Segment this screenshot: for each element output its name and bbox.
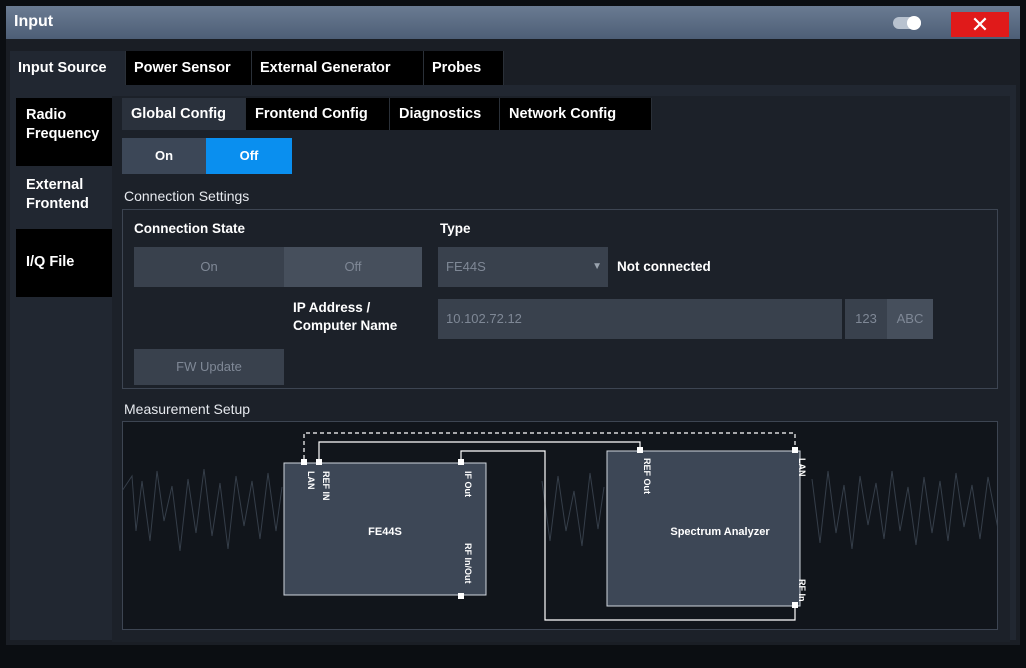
measurement-setup-title: Measurement Setup (124, 401, 251, 417)
sa-port-ref-out: REF Out (642, 458, 652, 494)
fe-port-if-out: IF Out (463, 471, 473, 497)
spectrum-analyzer-label: Spectrum Analyzer (670, 526, 770, 538)
close-icon[interactable]: ✕ (971, 12, 989, 37)
fe44s-label: FE44S (368, 526, 402, 538)
fw-update-button[interactable]: FW Update (134, 349, 284, 385)
fe-port-rf-inout: RF In/Out (463, 543, 473, 584)
close-button[interactable]: ✕ (951, 12, 1009, 37)
title-bar: Input ✕ (6, 6, 1020, 39)
tab-input-source[interactable]: Input Source (10, 51, 126, 85)
alpha-keypad-button[interactable]: ABC (887, 299, 933, 339)
side-tab-external-frontend[interactable]: External Frontend (16, 168, 114, 228)
connection-off-button[interactable]: Off (284, 247, 422, 287)
sa-port-lan: LAN (797, 458, 807, 477)
off-button[interactable]: Off (206, 138, 292, 174)
type-label: Type (440, 221, 471, 236)
connection-state-label: Connection State (134, 221, 246, 236)
tab-diagnostics[interactable]: Diagnostics (390, 98, 500, 130)
connection-settings-title: Connection Settings (124, 188, 250, 204)
tab-global-config[interactable]: Global Config (122, 98, 246, 130)
type-value: FE44S (446, 259, 486, 274)
connection-on-button[interactable]: On (134, 247, 284, 287)
ip-address-input[interactable]: 10.102.72.12 (438, 299, 842, 339)
tab-network-config[interactable]: Network Config (500, 98, 652, 130)
connection-status: Not connected (617, 259, 711, 274)
dropdown-arrow-icon: ▼ (592, 261, 602, 272)
window-title: Input (14, 13, 54, 30)
tab-external-generator[interactable]: External Generator (252, 51, 424, 85)
sa-port-rf-in: RF In (797, 579, 807, 602)
tab-probes[interactable]: Probes (424, 51, 504, 85)
ip-address-label: IP Address / Computer Name (293, 299, 413, 335)
side-tab-radio-frequency[interactable]: Radio Frequency (16, 98, 114, 166)
ip-address-label-line2: Computer Name (293, 318, 398, 333)
toggle-icon[interactable] (893, 16, 925, 30)
ip-address-label-line1: IP Address / (293, 300, 371, 315)
numeric-keypad-button[interactable]: 123 (845, 299, 887, 339)
tab-frontend-config[interactable]: Frontend Config (246, 98, 390, 130)
fe-port-lan: LAN (306, 471, 316, 490)
on-button[interactable]: On (122, 138, 206, 174)
side-tab-iq-file[interactable]: I/Q File (16, 229, 114, 297)
status-strip (0, 655, 1026, 668)
spectrum-trace-background (122, 468, 998, 552)
type-select[interactable]: FE44S ▼ (438, 247, 608, 287)
measurement-setup-diagram: LAN REF IN IF Out RF In/Out REF Out LAN … (122, 432, 998, 621)
fe-port-ref-in: REF IN (321, 471, 331, 501)
tab-power-sensor[interactable]: Power Sensor (126, 51, 252, 85)
